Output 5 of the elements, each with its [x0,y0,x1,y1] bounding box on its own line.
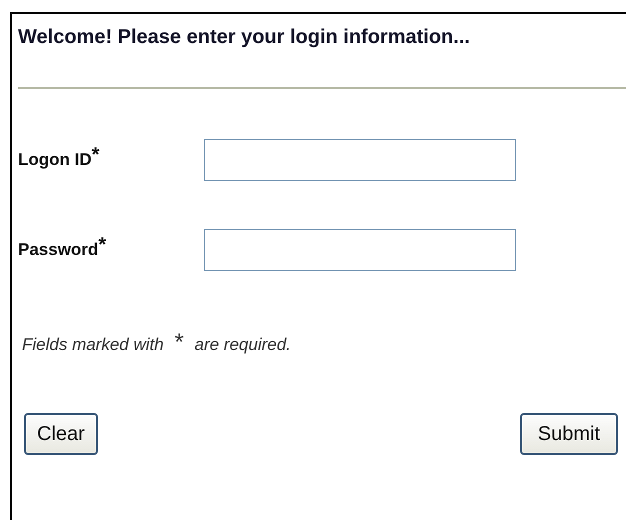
input-field[interactable] [204,139,516,181]
page-heading: Welcome! Please enter your login information... [18,26,471,49]
submit-button[interactable]: Submit [520,413,618,455]
input-field[interactable] [204,229,516,271]
clear-button[interactable]: Clear [24,413,98,455]
